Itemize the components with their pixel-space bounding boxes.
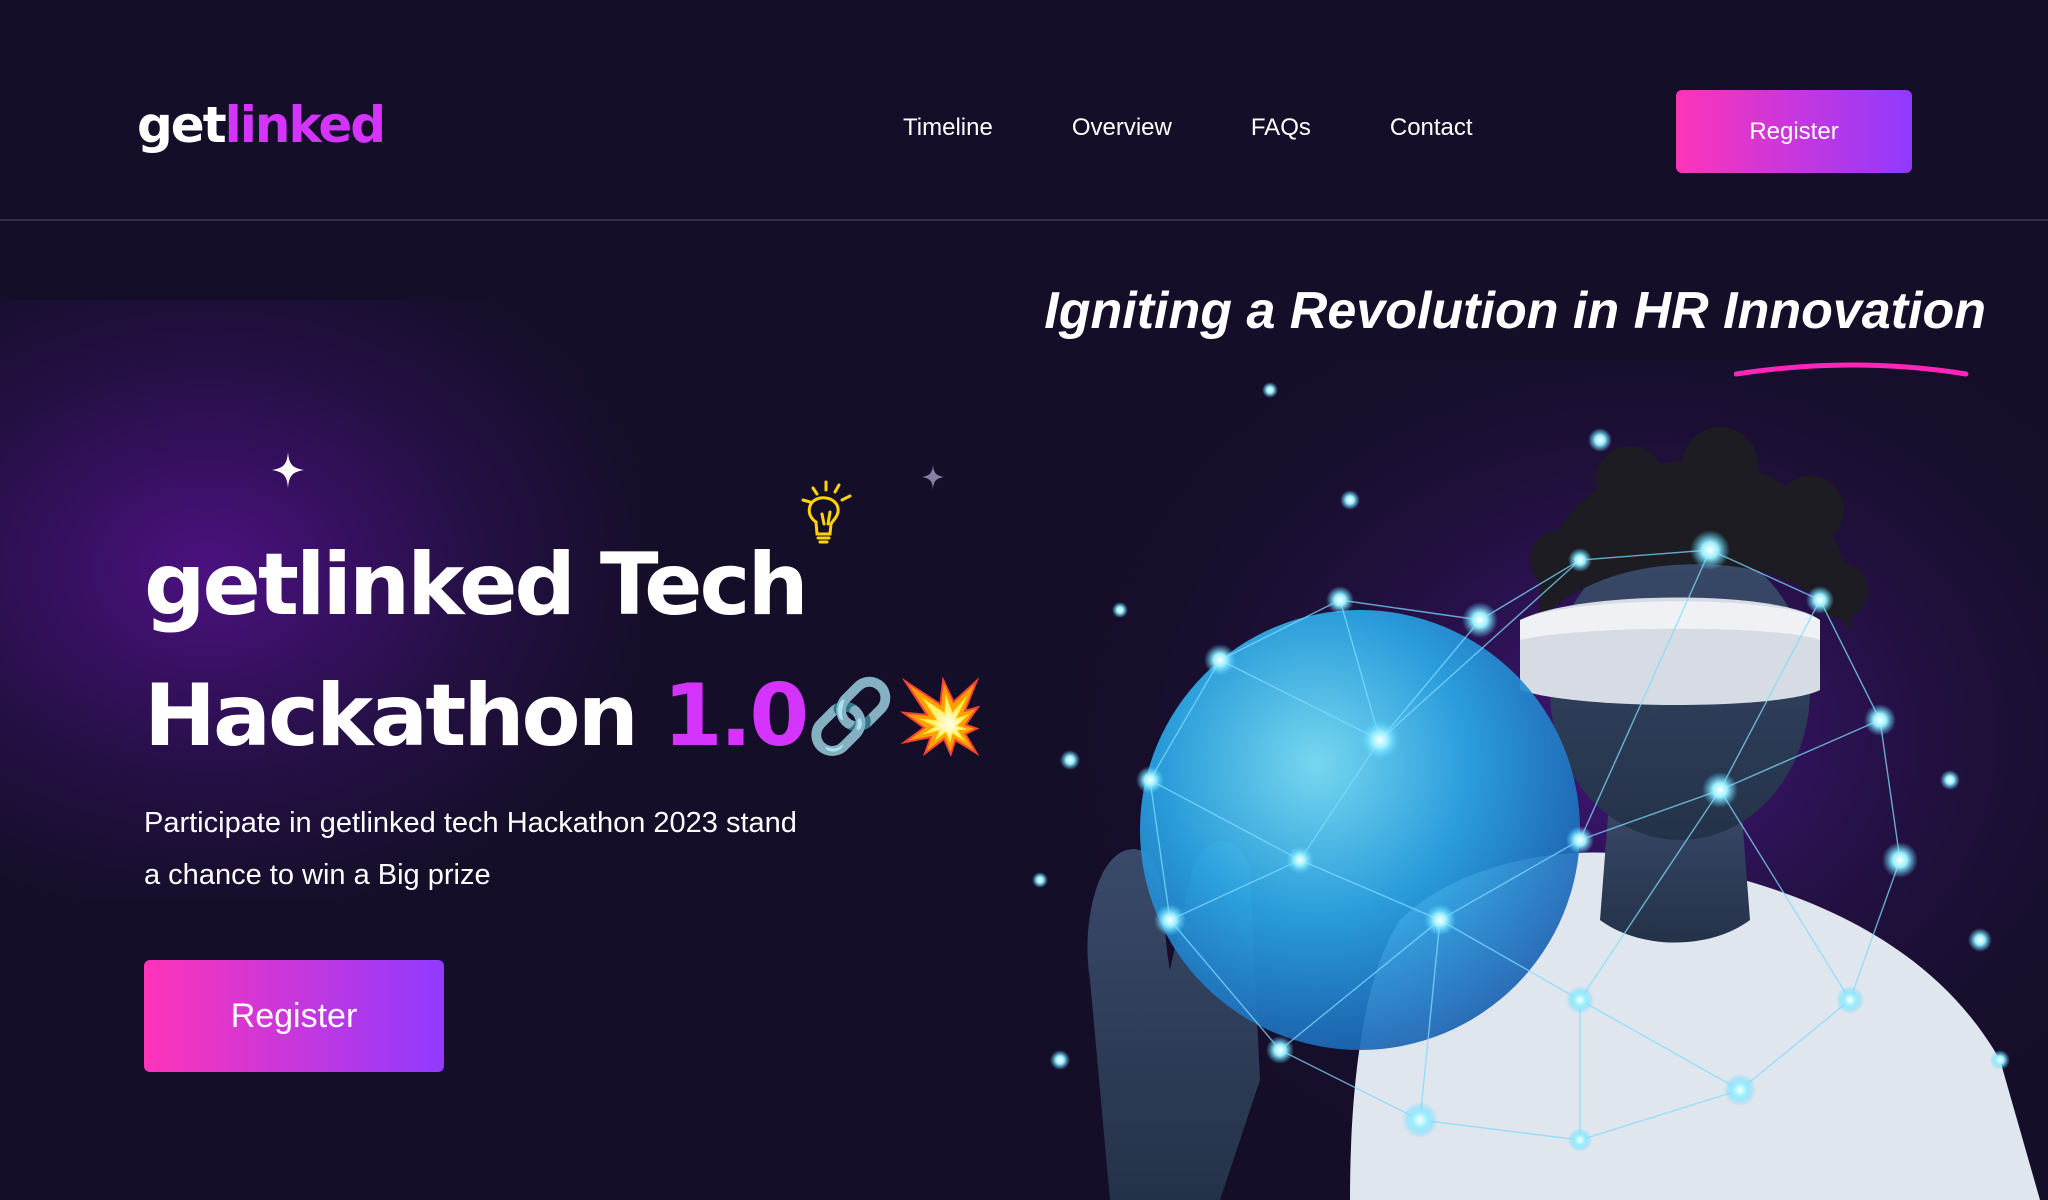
hero-tagline: Igniting a Revolution in HR Innovation [1044,282,1986,340]
logo[interactable]: getlinked [137,100,386,150]
hero-description: Participate in getlinked tech Hackathon … [144,807,797,891]
hero-illustration [1020,360,2048,1200]
headline-line-2: Hackathon 1.0🔗💥 [144,651,985,782]
sparkle-icon [272,452,304,488]
collision-icon: 💥 [895,674,986,758]
chain-link-icon: 🔗 [806,674,896,758]
hero-register-button[interactable]: Register [144,960,444,1072]
logo-text-get: get [137,96,227,154]
header-register-button[interactable]: Register [1676,90,1912,173]
sparkle-icon [922,464,944,490]
landing-page: getlinked Timeline Overview FAQs Contact… [0,0,2048,1200]
logo-text-linked: linked [224,96,386,154]
nav-link-faqs[interactable]: FAQs [1251,116,1311,140]
nav-link-overview[interactable]: Overview [1072,116,1172,140]
headline-hackathon: Hackathon [144,666,639,766]
headline-version: 1.0 [662,666,809,766]
site-header: getlinked Timeline Overview FAQs Contact… [0,0,2048,221]
tagline-underline [1734,362,1969,377]
headline-line-1: getlinked Tech [144,535,809,635]
nav-link-contact[interactable]: Contact [1390,116,1473,140]
main-nav: Timeline Overview FAQs Contact [903,116,1473,140]
nav-link-timeline[interactable]: Timeline [903,116,993,140]
hero-headline: getlinked Tech Hackathon 1.0🔗💥 [144,520,985,782]
